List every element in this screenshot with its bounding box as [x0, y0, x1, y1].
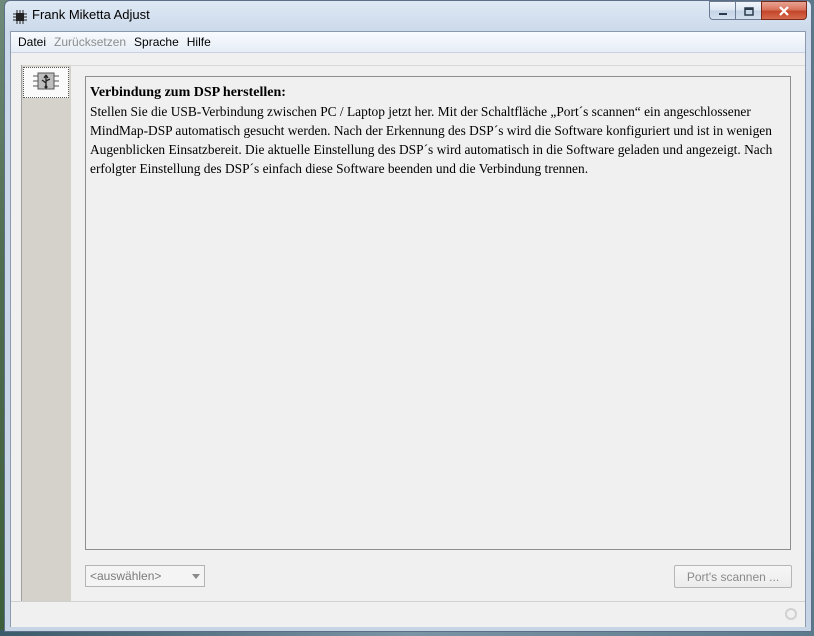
status-bar [11, 601, 805, 627]
info-body: Stellen Sie die USB-Verbindung zwischen … [90, 104, 773, 176]
info-panel: Verbindung zum DSP herstellen: Stellen S… [85, 76, 791, 550]
window-title: Frank Miketta Adjust [32, 7, 150, 22]
menu-zuruecksetzen[interactable]: Zurücksetzen [50, 32, 130, 52]
usb-icon [29, 69, 63, 97]
menu-sprache[interactable]: Sprache [130, 32, 183, 52]
maximize-icon [743, 1, 754, 20]
scan-ports-button[interactable]: Port's scannen ... [674, 565, 792, 588]
menu-datei[interactable]: Datei [14, 32, 50, 52]
caption-buttons [709, 1, 807, 21]
sidebar-item-usb[interactable] [23, 67, 69, 98]
client-area: Datei Zurücksetzen Sprache Hilfe Verbind… [10, 31, 806, 627]
port-select-value: <auswählen> [90, 569, 162, 583]
info-heading: Verbindung zum DSP herstellen: [90, 85, 286, 100]
chevron-down-icon [192, 574, 200, 579]
minimize-icon [718, 1, 728, 20]
maximize-button[interactable] [735, 1, 761, 20]
minimize-button[interactable] [709, 1, 735, 20]
sidebar [21, 65, 72, 601]
close-icon [778, 1, 790, 20]
menu-bar: Datei Zurücksetzen Sprache Hilfe [11, 32, 805, 53]
app-window: Frank Miketta Adjust Datei Zurücksetzen … [4, 0, 812, 632]
title-bar[interactable]: Frank Miketta Adjust [5, 1, 811, 31]
close-button[interactable] [761, 1, 807, 20]
port-select[interactable]: <auswählen> [85, 565, 205, 587]
chip-icon[interactable] [13, 9, 27, 24]
menu-hilfe[interactable]: Hilfe [183, 32, 215, 52]
status-ring-icon [785, 608, 797, 620]
